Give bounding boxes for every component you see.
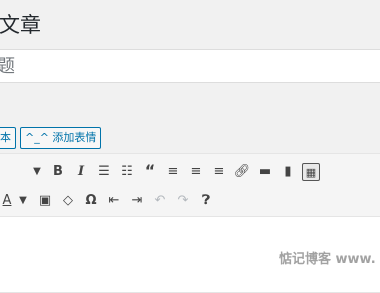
format-dropdown-chevron-icon[interactable]: ▼ (28, 163, 46, 181)
page-title: 文章 (0, 13, 41, 37)
align-left-icon[interactable]: ≡ (164, 163, 182, 181)
indent-icon[interactable]: ⇥ (128, 192, 146, 210)
bold-button[interactable]: B (49, 163, 67, 181)
read-more-icon[interactable]: ▬ (256, 163, 274, 181)
align-right-icon[interactable]: ≡ (210, 163, 228, 181)
redo-icon[interactable]: ↷ (174, 192, 192, 210)
paste-as-text-icon[interactable]: ▣ (36, 192, 54, 210)
watermark: 惦记博客 www. (279, 252, 376, 267)
keyboard-icon[interactable]: ▦ (302, 163, 320, 181)
clear-formatting-icon[interactable]: ◇ (59, 192, 77, 210)
blockquote-icon[interactable]: “ (141, 162, 159, 180)
toolbar-toggle-icon[interactable]: ▮ (279, 163, 297, 181)
help-icon[interactable]: ❓︎ (197, 192, 215, 210)
insert-link-icon[interactable]: 🔗︎ (233, 163, 251, 181)
numbered-list-icon[interactable]: ☷ (118, 163, 136, 181)
align-center-icon[interactable]: ≡ (187, 163, 205, 181)
bulleted-list-icon[interactable]: ☰ (95, 163, 113, 181)
italic-button[interactable]: I (72, 163, 90, 181)
post-title-input[interactable] (0, 49, 380, 83)
text-tab[interactable]: 本 (0, 127, 16, 149)
text-color-dropdown-chevron-icon[interactable]: ▼ (14, 192, 32, 210)
outdent-icon[interactable]: ⇤ (105, 192, 123, 210)
undo-icon[interactable]: ↶ (151, 192, 169, 210)
add-emoji-button[interactable]: ^_^ 添加表情 (20, 127, 102, 149)
special-character-icon[interactable]: Ω (82, 192, 100, 210)
